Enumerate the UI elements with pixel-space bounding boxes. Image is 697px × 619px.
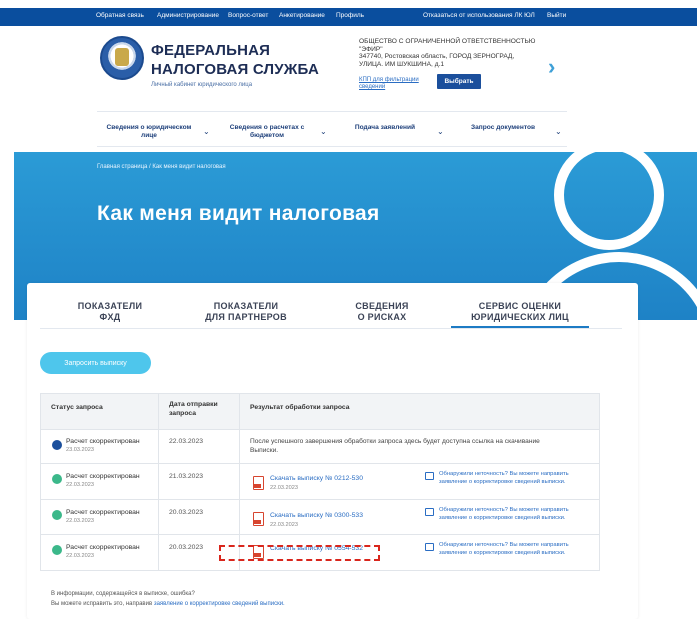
request-statement-button[interactable]: Запросить выписку (40, 352, 151, 374)
menu-divider (97, 146, 567, 147)
report-error-line1: Обнаружили неточность? Вы можете направи… (439, 507, 569, 513)
table-row: Расчет скорректирован 22.03.2023 20.03.2… (41, 500, 599, 535)
chevron-right-icon[interactable]: › (548, 56, 566, 78)
download-statement-link[interactable]: Скачать выписку № 0212-530 (270, 475, 363, 482)
top-navigation-bar: Обратная связь Администрирование Вопрос-… (0, 8, 697, 26)
chevron-down-icon[interactable]: ⌄ (320, 127, 327, 136)
status-dot-icon (52, 474, 62, 484)
report-error-text[interactable]: Обнаружили неточность? Вы можете направи… (439, 541, 599, 557)
result-text-line2: Выписки. (250, 447, 279, 454)
menu-submit-applications[interactable]: Подача заявлений (350, 124, 420, 132)
page-title: Как меня видит налоговая (97, 202, 380, 225)
sent-date: 22.03.2023 (169, 438, 204, 445)
feedback-link[interactable]: Обратная связь (96, 12, 144, 19)
person-head-icon (554, 152, 664, 250)
tab-label: О РИСКАХ (357, 312, 407, 322)
comment-icon[interactable] (425, 472, 434, 480)
status-text: Расчет скорректирован (66, 473, 140, 480)
chevron-down-icon[interactable]: ⌄ (203, 127, 210, 136)
faq-link[interactable]: Вопрос-ответ (228, 12, 268, 19)
sent-date: 20.03.2023 (169, 509, 204, 516)
fns-emblem-logo[interactable] (100, 36, 144, 80)
column-header-date-line1: Дата отправки (169, 401, 218, 408)
tab-label: ПОКАЗАТЕЛИ (77, 301, 143, 311)
footer-hint-text: Вы можете исправить это, направив (51, 601, 154, 607)
menu-legal-entity-info[interactable]: Сведения о юридическом лице (100, 124, 198, 140)
status-date: 22.03.2023 (66, 482, 94, 488)
chevron-down-icon[interactable]: ⌄ (437, 127, 444, 136)
report-error-line1: Обнаружили неточность? Вы можете направи… (439, 542, 569, 548)
logout-link[interactable]: Выйти (547, 12, 566, 19)
status-text: Расчет скорректирован (66, 544, 140, 551)
header-divider (97, 111, 567, 112)
brand-subtitle: Личный кабинет юридического лица (151, 82, 253, 88)
menu-document-requests[interactable]: Запрос документов (466, 124, 540, 132)
report-error-line2: заявление о корректировке сведений выпис… (439, 479, 566, 485)
sent-date: 21.03.2023 (169, 473, 204, 480)
report-error-text[interactable]: Обнаружили неточность? Вы можете направи… (439, 506, 599, 522)
column-header-date: Дата отправки запроса (169, 400, 218, 418)
select-button[interactable]: Выбрать (437, 74, 481, 89)
comment-icon[interactable] (425, 508, 434, 516)
download-date: 22.03.2023 (270, 485, 298, 491)
comment-icon[interactable] (425, 543, 434, 551)
pdf-file-icon[interactable] (253, 512, 264, 526)
tab-legal-entity-assessment[interactable]: СЕРВИС ОЦЕНКИ ЮРИДИЧЕСКИХ ЛИЦ (458, 301, 582, 323)
column-header-result: Результат обработки запроса (250, 404, 350, 411)
table-row: Расчет скорректирован 22.03.2023 21.03.2… (41, 464, 599, 500)
table-header: Статус запроса Дата отправки запроса Рез… (41, 394, 599, 430)
tab-partner-indicators[interactable]: ПОКАЗАТЕЛИ ДЛЯ ПАРТНЕРОВ (198, 301, 294, 323)
kpp-filter-link[interactable]: КПП для фильтрации сведений (359, 77, 433, 91)
highlight-box (219, 545, 380, 561)
tab-label: ЮРИДИЧЕСКИХ ЛИЦ (471, 312, 569, 322)
survey-link[interactable]: Анкетирование (279, 12, 325, 19)
report-error-line2: заявление о корректировке сведений выпис… (439, 515, 566, 521)
organization-info: ОБЩЕСТВО С ОГРАНИЧЕННОЙ ОТВЕТСТВЕННОСТЬЮ… (359, 38, 549, 68)
org-address-line2: УЛИЦА. ИМ ШУКШИНА, д.1 (359, 60, 445, 68)
column-header-date-line2: запроса (169, 410, 197, 417)
org-name-line1: ОБЩЕСТВО С ОГРАНИЧЕННОЙ ОТВЕТСТВЕННОСТЬЮ (359, 38, 536, 45)
result-text-line1: После успешного завершения обработки зап… (250, 438, 540, 445)
breadcrumb[interactable]: Главная страница / Как меня видит налого… (97, 164, 226, 170)
column-header-status: Статус запроса (51, 404, 103, 411)
brand-title-line1: ФЕДЕРАЛЬНАЯ (151, 42, 271, 59)
status-date: 23.03.2023 (66, 447, 94, 453)
download-statement-link[interactable]: Скачать выписку № 0300-533 (270, 512, 363, 519)
opt-out-link[interactable]: Отказаться от использования ЛК ЮЛ (423, 12, 535, 19)
report-error-text[interactable]: Обнаружили неточность? Вы можете направи… (439, 470, 599, 486)
status-text: Расчет скорректирован (66, 438, 140, 445)
report-error-line2: заявление о корректировке сведений выпис… (439, 550, 566, 556)
status-dot-icon (52, 545, 62, 555)
emblem-shield-icon (115, 48, 129, 66)
tab-risk-info[interactable]: СВЕДЕНИЯ О РИСКАХ (344, 301, 420, 323)
footer-hint: Вы можете исправить это, направив заявле… (51, 601, 285, 607)
status-date: 22.03.2023 (66, 553, 94, 559)
status-date: 22.03.2023 (66, 518, 94, 524)
tab-label: ФХД (99, 312, 121, 322)
tab-label: ПОКАЗАТЕЛИ (213, 301, 279, 311)
download-date: 22.03.2023 (270, 522, 298, 528)
brand-title-line2: НАЛОГОВАЯ СЛУЖБА (151, 61, 319, 78)
status-dot-icon (52, 440, 62, 450)
profile-link[interactable]: Профиль (336, 12, 364, 19)
report-error-line1: Обнаружили неточность? Вы можете направи… (439, 471, 569, 477)
table-row: Расчет скорректирован 23.03.2023 22.03.2… (41, 430, 599, 464)
org-address-line1: 347740, Ростовская область, ГОРОД ЗЕРНОГ… (359, 53, 515, 60)
menu-budget-settlements[interactable]: Сведения о расчетах с бюджетом (221, 124, 313, 140)
tab-label: СЕРВИС ОЦЕНКИ (478, 301, 562, 311)
tab-label: СВЕДЕНИЯ (355, 301, 409, 311)
result-text: После успешного завершения обработки зап… (250, 437, 590, 455)
status-dot-icon (52, 510, 62, 520)
tab-fhd-indicators[interactable]: ПОКАЗАТЕЛИ ФХД (70, 301, 150, 323)
correction-application-link[interactable]: заявление о корректировке сведений выпис… (154, 601, 285, 607)
sent-date: 20.03.2023 (169, 544, 204, 551)
tabs-divider (40, 328, 622, 329)
chevron-down-icon[interactable]: ⌄ (555, 127, 562, 136)
footer-question: В информации, содержащейся в выписке, ош… (51, 591, 195, 597)
pdf-file-icon[interactable] (253, 476, 264, 490)
status-text: Расчет скорректирован (66, 509, 140, 516)
org-name-line2: "ЭФИР" (359, 45, 383, 53)
tab-label: ДЛЯ ПАРТНЕРОВ (205, 312, 287, 322)
administration-link[interactable]: Администрирование (157, 12, 219, 19)
